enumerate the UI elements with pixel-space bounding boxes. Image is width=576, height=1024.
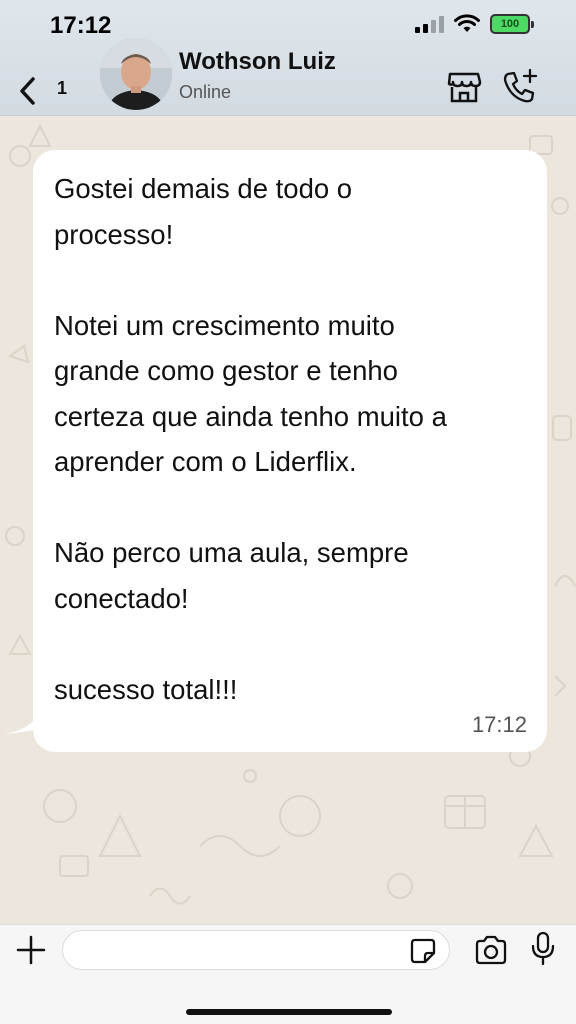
store-icon[interactable] xyxy=(446,70,482,104)
message-bubble[interactable]: Gostei demais de todo o processo! Notei … xyxy=(33,150,547,752)
contact-status: Online xyxy=(179,82,232,102)
sticker-icon[interactable] xyxy=(409,937,437,965)
back-chevron-icon[interactable] xyxy=(14,74,44,108)
message-time: 17:12 xyxy=(471,712,527,737)
avatar[interactable] xyxy=(100,38,172,110)
add-call-icon[interactable] xyxy=(500,68,540,106)
battery-indicator: 100 xyxy=(490,14,534,34)
input-bar xyxy=(0,924,576,1024)
wifi-icon xyxy=(454,14,480,32)
plus-icon[interactable] xyxy=(16,935,46,965)
contact-name[interactable]: Wothson Luiz xyxy=(179,48,336,76)
message-text: Gostei demais de todo o processo! Notei … xyxy=(54,173,447,705)
camera-icon[interactable] xyxy=(474,935,508,965)
message-input[interactable] xyxy=(62,930,450,970)
mic-icon[interactable] xyxy=(530,931,556,967)
chat-header: 17:12 100 1 Wothson Luiz Online xyxy=(0,0,576,116)
home-indicator[interactable] xyxy=(186,1009,392,1015)
status-icons: 100 xyxy=(415,14,534,34)
signal-icon xyxy=(415,15,444,33)
status-time: 17:12 xyxy=(50,12,112,39)
unread-count[interactable]: 1 xyxy=(57,78,67,99)
chat-area[interactable]: Gostei demais de todo o processo! Notei … xyxy=(0,116,576,924)
